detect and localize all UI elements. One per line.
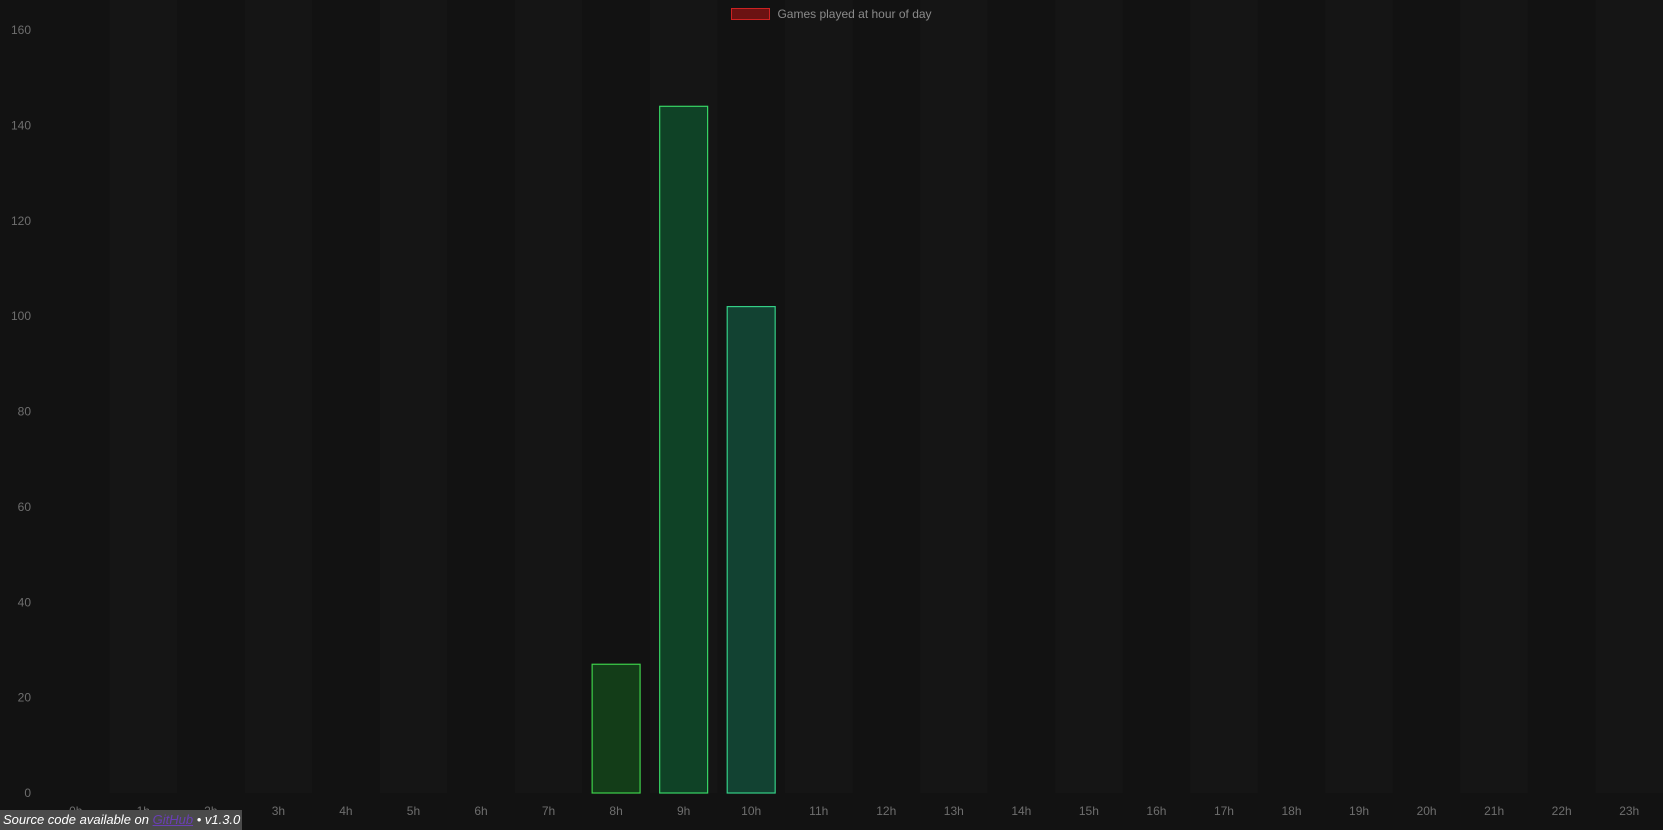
x-tick-label: 4h (339, 804, 352, 818)
x-tick-label: 23h (1619, 804, 1639, 818)
footer-source-note: Source code available on GitHub • v1.3.0 (0, 810, 243, 830)
x-tick-label: 14h (1011, 804, 1031, 818)
x-tick-label: 9h (677, 804, 690, 818)
x-tick-label: 19h (1349, 804, 1369, 818)
y-tick-label: 0 (24, 786, 31, 800)
y-tick-label: 80 (18, 405, 32, 419)
github-link[interactable]: GitHub (153, 812, 193, 827)
x-tick-label: 18h (1282, 804, 1302, 818)
grid-band (379, 0, 448, 793)
grid-band (1325, 0, 1393, 793)
x-tick-label: 12h (876, 804, 896, 818)
legend-label: Games played at hour of day (777, 7, 932, 21)
grid-band (1460, 0, 1528, 793)
x-tick-label: 7h (542, 804, 555, 818)
x-tick-label: 13h (944, 804, 964, 818)
x-tick-label: 8h (609, 804, 622, 818)
y-tick-label: 140 (11, 118, 31, 132)
bar-9h[interactable] (659, 105, 709, 794)
chart: 020406080100120140160 0h1h2h3h4h5h6h7h8h… (0, 0, 1663, 830)
x-tick-label: 5h (407, 804, 420, 818)
y-tick-label: 60 (18, 500, 32, 514)
y-tick-label: 120 (11, 214, 31, 228)
footer-text: Source code available on (3, 812, 153, 827)
bar-8h[interactable] (591, 663, 641, 794)
x-tick-label: 3h (272, 804, 285, 818)
x-tick-label: 22h (1552, 804, 1572, 818)
y-tick-label: 20 (18, 691, 32, 705)
grid-band (109, 0, 178, 793)
chart-legend[interactable]: Games played at hour of day (0, 7, 1663, 21)
grid-band (1055, 0, 1123, 793)
chart-plot: 020406080100120140160 0h1h2h3h4h5h6h7h8h… (11, 0, 1663, 818)
bar-10h[interactable] (726, 305, 776, 794)
x-tick-label: 21h (1484, 804, 1504, 818)
x-tick-label: 15h (1079, 804, 1099, 818)
grid-band (514, 0, 583, 793)
legend-swatch (731, 8, 771, 20)
x-tick-label: 20h (1417, 804, 1437, 818)
y-tick-label: 100 (11, 309, 31, 323)
x-tick-label: 17h (1214, 804, 1234, 818)
grid-band (920, 0, 988, 793)
x-tick-label: 16h (1146, 804, 1166, 818)
grid-band (784, 0, 853, 793)
x-tick-label: 6h (474, 804, 487, 818)
grid-band (1595, 0, 1663, 793)
x-tick-label: 10h (741, 804, 761, 818)
y-tick-label: 160 (11, 23, 31, 37)
footer-version: • v1.3.0 (193, 812, 241, 827)
y-tick-label: 40 (18, 595, 32, 609)
grid-band (244, 0, 313, 793)
grid-band (1190, 0, 1258, 793)
x-tick-label: 11h (809, 804, 828, 818)
